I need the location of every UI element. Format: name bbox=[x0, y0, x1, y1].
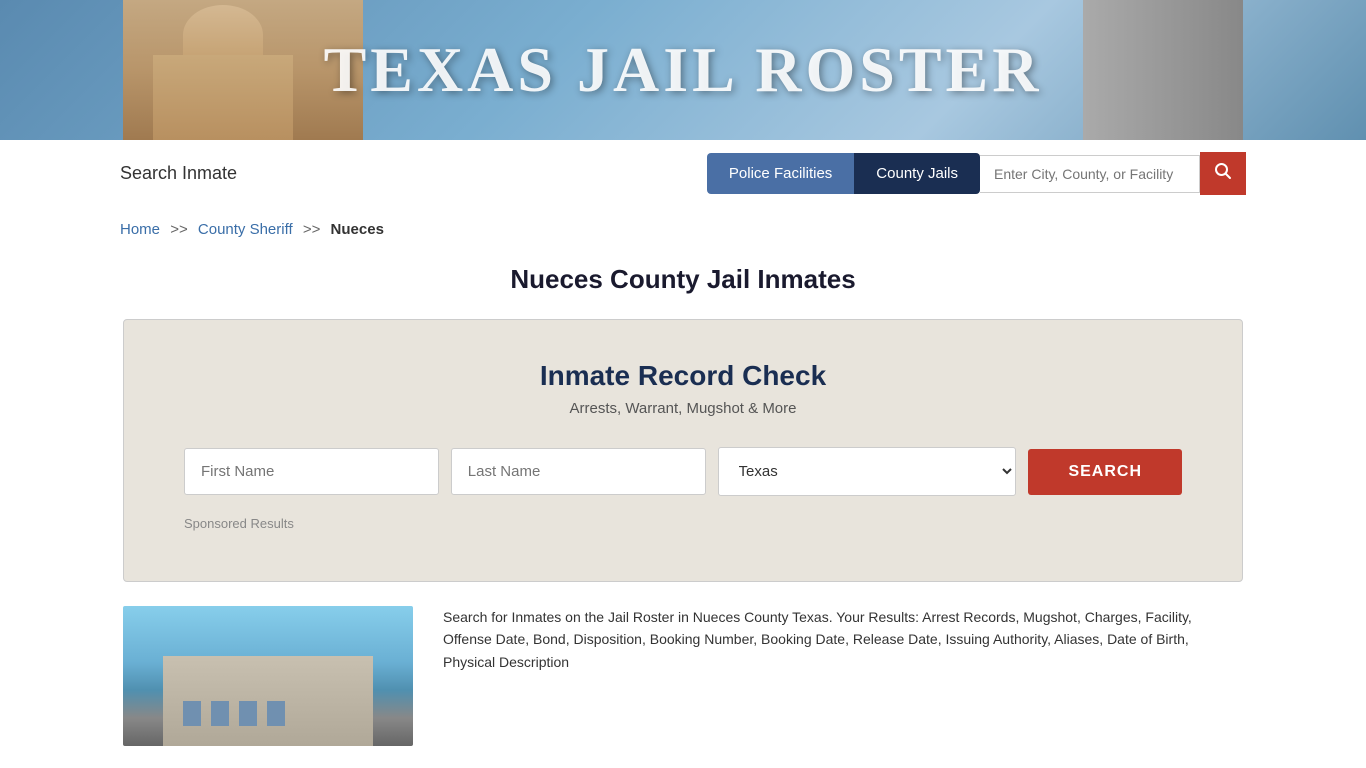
site-title: Texas Jail Roster bbox=[324, 33, 1043, 107]
record-check-box: Inmate Record Check Arrests, Warrant, Mu… bbox=[123, 319, 1243, 582]
record-check-title: Inmate Record Check bbox=[184, 360, 1182, 392]
last-name-input[interactable] bbox=[451, 448, 706, 495]
sponsored-label: Sponsored Results bbox=[184, 516, 1182, 531]
breadcrumb: Home >> County Sheriff >> Nueces bbox=[0, 207, 1366, 252]
search-inmate-label: Search Inmate bbox=[120, 163, 237, 184]
facility-search-button[interactable] bbox=[1200, 152, 1246, 195]
breadcrumb-home[interactable]: Home bbox=[120, 221, 160, 238]
building-image bbox=[123, 606, 413, 746]
first-name-input[interactable] bbox=[184, 448, 439, 495]
record-check-subtitle: Arrests, Warrant, Mugshot & More bbox=[184, 400, 1182, 417]
bottom-section: Search for Inmates on the Jail Roster in… bbox=[123, 606, 1243, 746]
breadcrumb-county-sheriff[interactable]: County Sheriff bbox=[198, 221, 293, 238]
breadcrumb-separator-1: >> bbox=[170, 221, 188, 238]
breadcrumb-current: Nueces bbox=[331, 221, 384, 238]
inmate-search-button[interactable]: SEARCH bbox=[1028, 449, 1182, 495]
description-text: Search for Inmates on the Jail Roster in… bbox=[443, 606, 1243, 673]
state-select[interactable]: AlabamaAlaskaArizonaArkansasCaliforniaCo… bbox=[718, 447, 1017, 496]
search-icon bbox=[1214, 162, 1232, 180]
breadcrumb-separator-2: >> bbox=[303, 221, 321, 238]
key-image bbox=[1083, 0, 1243, 140]
header-banner: Texas Jail Roster bbox=[0, 0, 1366, 140]
building-windows bbox=[183, 701, 285, 726]
facility-search-input[interactable] bbox=[980, 155, 1200, 193]
record-check-form: AlabamaAlaskaArizonaArkansasCaliforniaCo… bbox=[184, 447, 1182, 496]
nav-right: Police Facilities County Jails bbox=[707, 152, 1246, 195]
county-jails-button[interactable]: County Jails bbox=[854, 153, 980, 194]
nav-bar: Search Inmate Police Facilities County J… bbox=[0, 140, 1366, 207]
page-title: Nueces County Jail Inmates bbox=[0, 252, 1366, 319]
police-facilities-button[interactable]: Police Facilities bbox=[707, 153, 854, 194]
